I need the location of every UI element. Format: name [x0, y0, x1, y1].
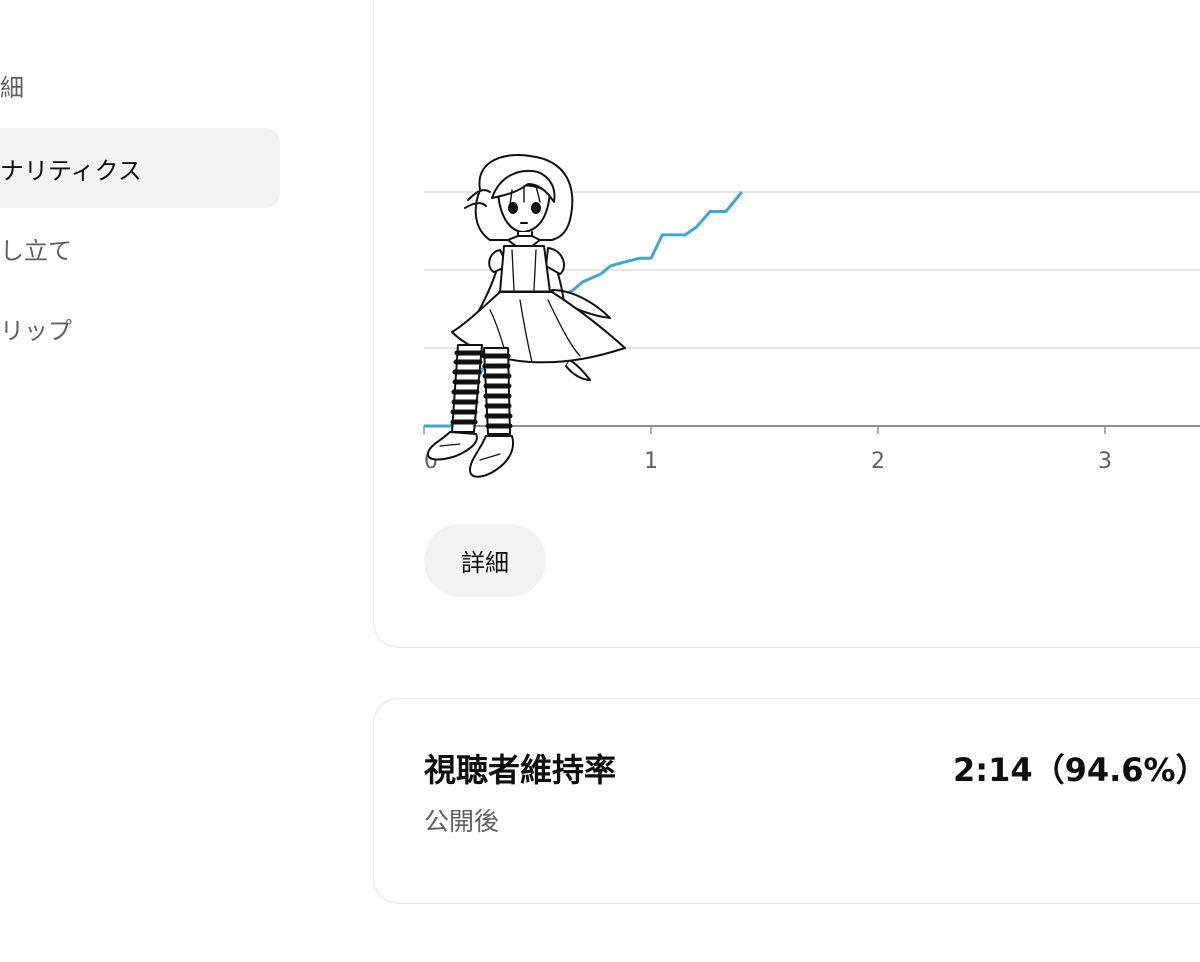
- sidebar-item-details[interactable]: 細: [0, 45, 280, 125]
- sidebar-item-label: し立て: [0, 236, 72, 265]
- retention-title: 視聴者維持率: [424, 751, 617, 789]
- sidebar-item-label: リップ: [0, 316, 72, 345]
- retention-value: 2:14（94.6%）: [953, 751, 1200, 789]
- retention-card[interactable]: [373, 698, 1200, 904]
- sidebar-item-clips[interactable]: リップ: [0, 288, 280, 368]
- sidebar-item-analytics[interactable]: ナリティクス: [0, 128, 280, 208]
- sidebar-item-label: ナリティクス: [0, 156, 142, 185]
- sidebar-item-label: 細: [0, 73, 24, 102]
- retention-subtitle: 公開後: [424, 807, 500, 836]
- sidebar-item-copyright-claims[interactable]: し立て: [0, 208, 280, 288]
- details-button[interactable]: 詳細: [424, 524, 546, 597]
